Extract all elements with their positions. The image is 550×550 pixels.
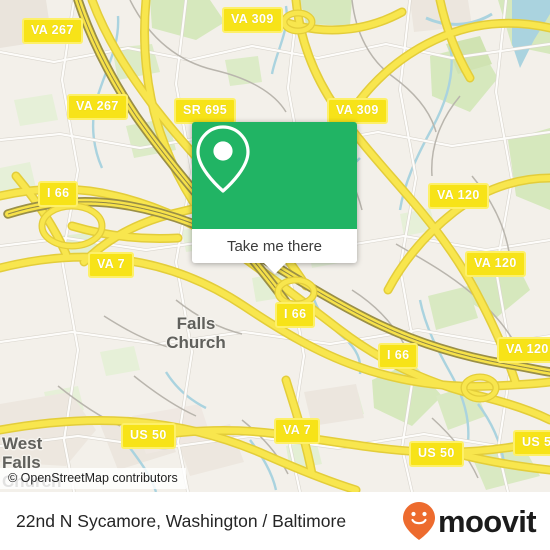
road-shield: US 50 [121, 423, 176, 449]
road-shield: SR 695 [174, 98, 237, 124]
take-me-there-button[interactable]: Take me there [192, 229, 357, 263]
moovit-wordmark: moovit [437, 503, 537, 539]
map-attribution[interactable]: © OpenStreetMap contributors [0, 468, 186, 489]
map-screenshot: VA 267 VA 309 VA 267 SR 695 VA 309 I 66 VA 120… [0, 0, 550, 550]
road-shield: VA 267 [67, 94, 128, 120]
map-pin-icon [196, 125, 250, 193]
moovit-pin-smiley-icon [402, 502, 435, 540]
popup-pointer [263, 263, 286, 274]
place-label: Falls Church [166, 314, 226, 352]
place-label-line: West [2, 434, 43, 453]
moovit-logo[interactable]: moovit [402, 501, 537, 541]
place-label-line: Church [166, 333, 226, 352]
road-shield: US 50 [513, 430, 550, 456]
road-shield: I 66 [38, 181, 79, 207]
place-label-line: Falls [176, 314, 216, 333]
location-title: 22nd N Sycamore, Washington / Baltimore [16, 510, 347, 531]
road-shield: VA 120 [497, 337, 550, 363]
road-shield: VA 7 [88, 252, 134, 278]
road-shield: US 50 [409, 441, 464, 467]
road-shield: VA 309 [327, 98, 388, 124]
road-shield: VA 309 [222, 7, 283, 33]
road-shield: I 66 [378, 343, 419, 369]
popup-image-area [192, 122, 357, 229]
map-canvas[interactable]: VA 267 VA 309 VA 267 SR 695 VA 309 I 66 VA 120… [0, 0, 550, 492]
take-me-there-label: Take me there [226, 237, 323, 255]
footer-bar: 22nd N Sycamore, Washington / Baltimore … [0, 492, 550, 550]
road-shield: VA 267 [22, 18, 83, 44]
destination-popup[interactable]: Take me there [192, 122, 357, 274]
road-shield: I 66 [275, 302, 316, 328]
road-shield: VA 7 [274, 418, 320, 444]
road-shield: VA 120 [465, 251, 526, 277]
road-shield: VA 120 [428, 183, 489, 209]
